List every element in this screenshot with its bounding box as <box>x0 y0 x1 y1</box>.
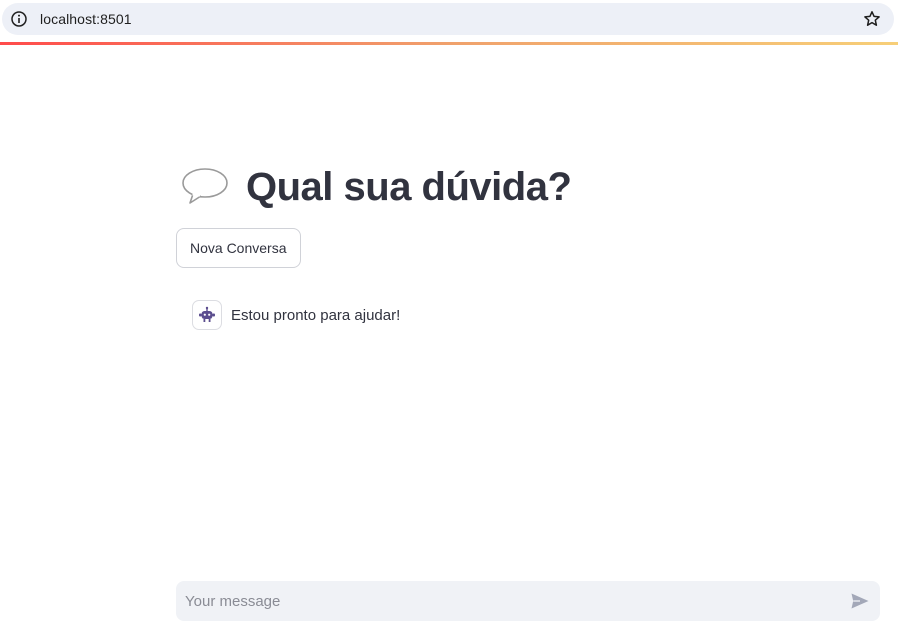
speech-balloon-icon <box>182 168 228 204</box>
message-text: Estou pronto para ajudar! <box>231 306 401 324</box>
page-title: Qual sua dúvida? <box>246 164 572 209</box>
address-bar[interactable]: localhost:8501 <box>2 3 894 35</box>
send-icon <box>851 593 869 609</box>
bookmark-star-icon[interactable] <box>863 10 881 28</box>
chat-input-container <box>176 581 880 621</box>
info-icon[interactable] <box>10 10 28 28</box>
new-conversation-button[interactable]: Nova Conversa <box>176 228 301 268</box>
header-decoration <box>0 42 898 45</box>
page-header: Qual sua dúvida? <box>180 162 572 212</box>
avatar <box>192 300 222 330</box>
chat-message-input[interactable] <box>176 581 826 621</box>
chat-message-assistant: Estou pronto para ajudar! <box>192 300 400 330</box>
robot-icon <box>199 306 215 322</box>
send-button[interactable] <box>850 591 870 611</box>
browser-toolbar: localhost:8501 <box>0 0 898 42</box>
url-text[interactable]: localhost:8501 <box>40 11 132 27</box>
